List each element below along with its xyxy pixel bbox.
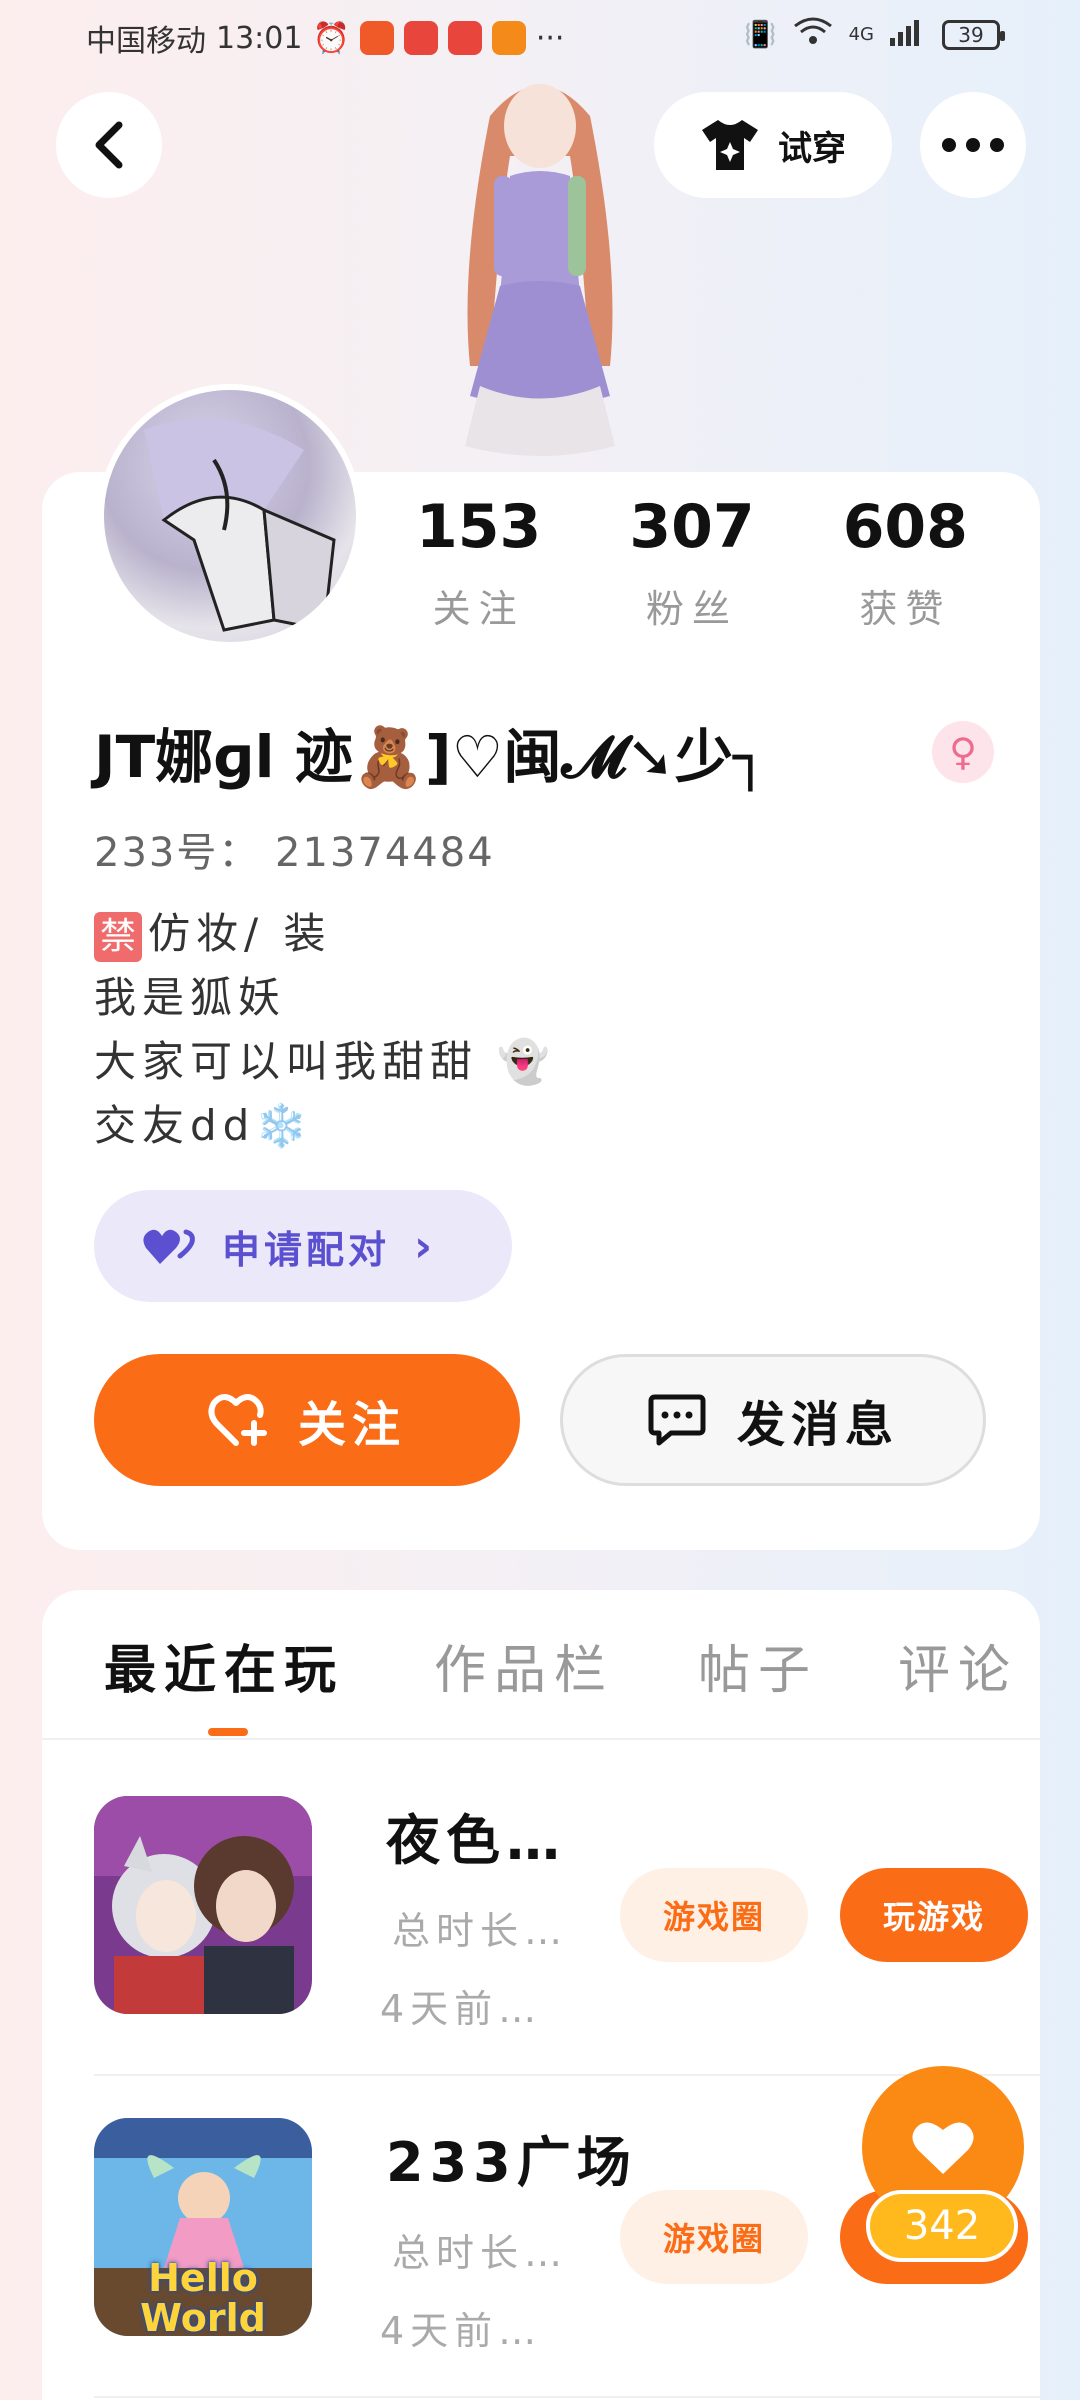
bio-line: 禁仿妆/ 装 <box>94 902 556 966</box>
bio: 禁仿妆/ 装 我是狐妖 大家可以叫我甜甜 👻 交友dd❄️ <box>94 902 556 1158</box>
tab-recently-played[interactable]: 最近在玩 <box>104 1628 344 1703</box>
video-notification-icon <box>491 21 526 55</box>
game-playtime: 总时长… <box>392 1909 569 1953</box>
heart-icon <box>912 2122 974 2174</box>
wifi-icon <box>793 16 833 53</box>
stat-label: 获赞 <box>859 587 952 631</box>
more-options-button[interactable] <box>920 92 1026 198</box>
store-notification-icon <box>403 21 438 55</box>
content-card: 最近在玩 作品栏 帖子 评论 夜色… 总时长… 4天前… 游戏圈 玩游戏 Hel… <box>42 1590 1040 2400</box>
like-count: 342 <box>866 2190 1018 2262</box>
game-icon-label: Hello World <box>140 2256 266 2336</box>
try-on-button[interactable]: 试穿 <box>654 92 892 198</box>
status-right: 📳 4G 39 <box>744 16 1005 53</box>
nickname: JT娜ɡl 迹🧸]♡闽𝓜➘少┐ <box>94 723 768 791</box>
carrier-text: 中国移动 <box>86 24 206 59</box>
apply-pair-button[interactable]: 申请配对 › <box>94 1190 512 1302</box>
profile-card: 153 关注 307 粉丝 608 获赞 JT娜ɡl 迹🧸]♡闽𝓜➘少┐ ♀ 2… <box>42 384 1040 1550</box>
battery-icon: 39 <box>942 19 1005 50</box>
chat-bubble-icon <box>648 1394 706 1446</box>
back-button[interactable] <box>56 92 162 198</box>
game-title: 233广场 <box>386 2131 637 2194</box>
game-title: 夜色… <box>386 1809 566 1872</box>
alarm-off-icon: ⏰ <box>312 20 350 56</box>
follow-button[interactable]: 关注 <box>94 1354 520 1486</box>
stat-label: 粉丝 <box>645 587 738 631</box>
avatar-character-art <box>420 66 660 476</box>
send-message-label: 发消息 <box>736 1397 899 1453</box>
tab-comments[interactable]: 评论 <box>898 1628 1018 1703</box>
try-on-label: 试穿 <box>778 128 846 169</box>
bio-line: 我是狐妖 <box>94 973 287 1022</box>
stats-row: 153 关注 307 粉丝 608 获赞 <box>372 492 1012 633</box>
tab-works[interactable]: 作品栏 <box>434 1628 614 1703</box>
follow-label: 关注 <box>297 1397 406 1453</box>
chevron-left-icon <box>95 121 123 169</box>
hearts-icon <box>143 1229 195 1264</box>
stat-value: 153 <box>416 492 542 562</box>
user-id: 233号： 21374484 <box>94 830 495 876</box>
stat-value: 307 <box>629 492 755 562</box>
signal-icon <box>890 16 926 53</box>
stat-followers[interactable]: 307 粉丝 <box>585 492 798 633</box>
time-text: 13:01 <box>216 20 303 56</box>
heart-plus-icon <box>208 1394 267 1446</box>
game-circle-button[interactable]: 游戏圈 <box>620 1868 808 1962</box>
tab-bar: 最近在玩 作品栏 帖子 评论 <box>42 1590 1040 1740</box>
active-tab-indicator <box>208 1728 248 1736</box>
game-last-played: 4天前… <box>380 2309 543 2353</box>
nickname-row: JT娜ɡl 迹🧸]♡闽𝓜➘少┐ ♀ <box>94 710 994 794</box>
app-notification-icon <box>359 21 394 55</box>
female-gender-icon: ♀ <box>932 721 994 783</box>
bio-text: 仿妆/ 装 <box>148 909 332 958</box>
store-notification-icon <box>447 21 482 55</box>
stat-value: 608 <box>842 492 968 562</box>
game-icon[interactable] <box>94 1796 312 2014</box>
more-notifications-icon: ··· <box>535 20 565 56</box>
chevron-right-icon: › <box>414 1220 437 1272</box>
bio-line: 交友dd❄️ <box>94 1101 314 1150</box>
game-row[interactable]: 夜色… 总时长… 4天前… 游戏圈 玩游戏 <box>94 1740 1040 2060</box>
play-game-button[interactable]: 玩游戏 <box>840 1868 1028 1962</box>
network-type-text: 4G <box>848 24 874 45</box>
status-bar: 中国移动 13:01 ⏰ ··· 📳 4G 39 <box>0 0 1080 72</box>
bio-line: 大家可以叫我甜甜 👻 <box>94 1037 556 1086</box>
send-message-button[interactable]: 发消息 <box>560 1354 986 1486</box>
vibrate-icon: 📳 <box>744 19 777 50</box>
stat-following[interactable]: 153 关注 <box>372 492 585 633</box>
game-playtime: 总时长… <box>392 2231 569 2275</box>
tshirt-icon <box>702 120 758 170</box>
status-left: 中国移动 13:01 ⏰ ··· <box>86 16 564 60</box>
row-divider <box>94 2396 1040 2398</box>
ban-tag: 禁 <box>94 912 143 962</box>
stat-label: 关注 <box>432 587 525 631</box>
more-dots-icon <box>942 138 1004 152</box>
stat-likes[interactable]: 608 获赞 <box>799 492 1012 633</box>
game-circle-button[interactable]: 游戏圈 <box>620 2190 808 2284</box>
tab-posts[interactable]: 帖子 <box>698 1628 818 1703</box>
apply-pair-label: 申请配对 <box>222 1227 391 1272</box>
avatar[interactable] <box>98 384 362 648</box>
game-last-played: 4天前… <box>380 1987 543 2031</box>
game-icon[interactable]: Hello World <box>94 2118 312 2336</box>
